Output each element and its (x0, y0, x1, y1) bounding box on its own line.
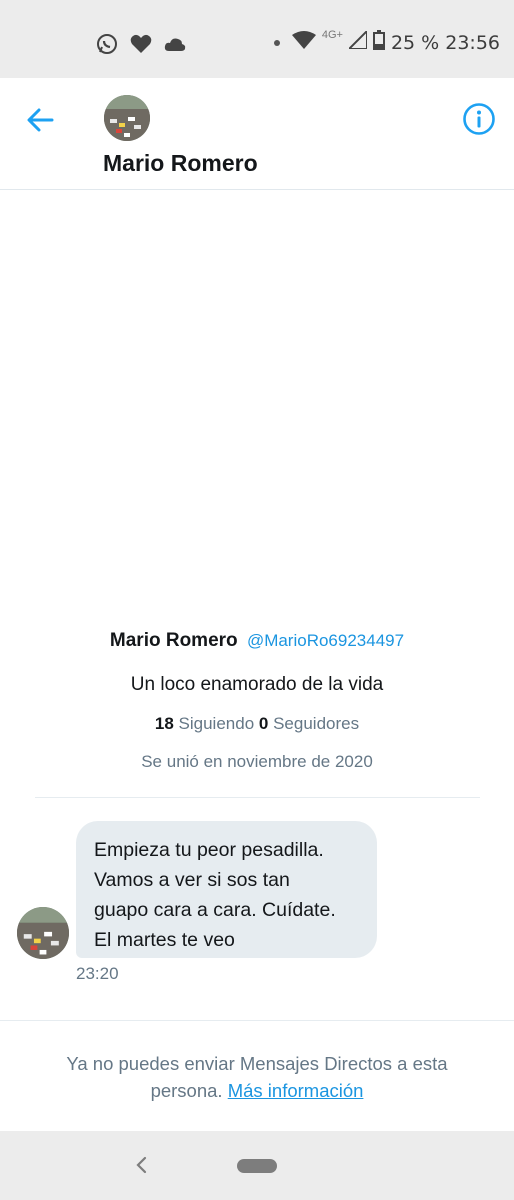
battery-percent: 25 % (390, 32, 440, 54)
status-bar: 4G+ 25 % 23:56 (0, 0, 514, 78)
message-bubble[interactable]: Empieza tu peor pesadilla. Vamos a ver s… (76, 821, 377, 958)
signal-icon (346, 28, 368, 55)
message-line: El martes te veo (94, 929, 235, 951)
cloud-icon (164, 36, 186, 57)
info-button[interactable] (462, 102, 496, 136)
dm-disabled-notice: Ya no puedes enviar Mensajes Directos a … (0, 1050, 514, 1104)
joined-date: Se unió en noviembre de 2020 (141, 752, 373, 771)
followers-count: 0 (258, 714, 269, 733)
notice-text-end: persona. (150, 1080, 223, 1101)
info-icon (463, 103, 495, 135)
profile-summary: Mario Romero @MarioRo69234497 Un loco en… (0, 630, 514, 772)
avatar[interactable] (104, 95, 150, 141)
back-button[interactable] (22, 102, 58, 138)
divider (35, 797, 480, 798)
page-title: Mario Romero (103, 150, 258, 176)
message-line: Empieza tu peor pesadilla. (94, 839, 324, 861)
nav-back-button[interactable] (130, 1153, 154, 1177)
profile-name-line[interactable]: Mario Romero @MarioRo69234497 (0, 630, 514, 652)
conversation-header: Mario Romero (0, 78, 514, 190)
more-info-link[interactable]: Más información (228, 1080, 364, 1101)
notice-text: Ya no puedes enviar Mensajes Directos a … (66, 1053, 448, 1074)
clock: 23:56 (445, 32, 500, 54)
message-timestamp: 23:20 (76, 964, 119, 983)
chevron-left-icon (136, 1156, 147, 1174)
followers-label: Seguidores (273, 714, 360, 733)
message-avatar[interactable] (17, 907, 69, 959)
battery-icon (372, 30, 385, 56)
system-indicators: 4G+ 25 % 23:56 (273, 28, 500, 56)
wifi-icon (291, 31, 316, 55)
home-pill[interactable] (237, 1159, 277, 1173)
message-line: Vamos a ver si sos tan (94, 869, 290, 891)
heart-icon (130, 34, 152, 59)
divider (0, 1020, 514, 1021)
following-label: Siguiendo (178, 714, 255, 733)
profile-bio: Un loco enamorado de la vida (130, 674, 384, 695)
following-count: 18 (154, 714, 174, 733)
follow-stats: 18 Siguiendo 0 Seguidores (0, 714, 514, 734)
profile-name: Mario Romero (109, 630, 238, 651)
profile-handle: @MarioRo69234497 (246, 631, 405, 650)
dot-icon (273, 40, 280, 46)
message-line: guapo cara a cara. Cuídate. (94, 899, 336, 921)
whatsapp-icon (96, 33, 118, 60)
system-nav-bar (0, 1131, 514, 1200)
network-type: 4G+ (321, 29, 343, 41)
arrow-left-icon (27, 108, 54, 132)
notification-icons (96, 33, 186, 60)
